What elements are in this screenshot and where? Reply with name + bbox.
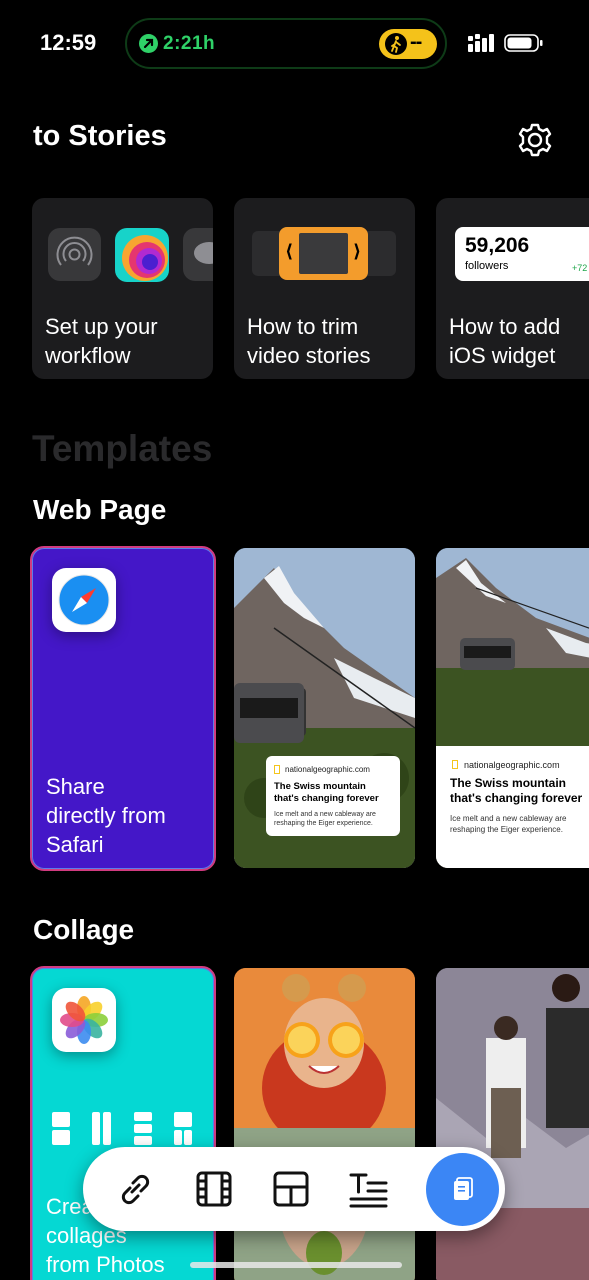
walk-status-pill: --	[379, 29, 437, 59]
article-preview-card: nationalgeographic.com The Swiss mountai…	[266, 756, 400, 836]
text-icon[interactable]	[346, 1167, 390, 1211]
guide-label: Set up your workflow	[45, 314, 158, 368]
walking-person-icon	[385, 33, 407, 55]
article-subtitle: Ice melt and a new cableway are reshapin…	[274, 811, 376, 827]
web-page-heading: Web Page	[33, 494, 167, 525]
natgeo-logo-icon	[274, 765, 280, 774]
clipboard-icon	[454, 1177, 473, 1200]
natgeo-logo-icon	[452, 760, 458, 769]
gear-icon[interactable]	[516, 122, 554, 158]
dynamic-island[interactable]: 2:21h --	[125, 18, 447, 69]
collage-heading: Collage	[33, 914, 135, 945]
safari-template-card[interactable]: Share directly from Safari	[30, 546, 216, 871]
collage-preview-card-2[interactable]	[436, 968, 589, 1280]
link-icon[interactable]	[113, 1167, 157, 1211]
walk-value: --	[410, 31, 422, 53]
article-domain: nationalgeographic.com	[464, 760, 560, 770]
layout-icon[interactable]	[269, 1167, 313, 1211]
guide-label: How to add iOS widget	[449, 314, 561, 368]
web-preview-card-2[interactable]: nationalgeographic.com The Swiss mountai…	[436, 548, 589, 868]
article-preview-card: nationalgeographic.com The Swiss mountai…	[436, 746, 589, 868]
battery-icon	[504, 34, 543, 52]
widget-label: followers	[465, 260, 509, 272]
airdrop-icon	[48, 228, 101, 281]
status-bar: 12:59 2:21h --	[0, 0, 589, 90]
arrow-up-right-icon	[139, 34, 158, 53]
web-preview-card-1[interactable]: nationalgeographic.com The Swiss mountai…	[234, 548, 415, 868]
guide-label: How to trim video stories	[247, 314, 371, 368]
film-strip-icon[interactable]	[192, 1167, 236, 1211]
article-headline: The Swiss mountain that's changing forev…	[450, 776, 583, 805]
cellular-signal-icon	[468, 34, 494, 52]
live-activity-timer: 2:21h	[163, 33, 216, 54]
collage-preview-card-1[interactable]	[234, 968, 415, 1280]
safari-icon	[52, 568, 116, 632]
trim-handle-icon: ⟨ ⟩	[279, 227, 368, 280]
page-title: to Stories	[33, 120, 167, 152]
fashion-photo	[436, 968, 589, 1280]
widget-delta: +72	[572, 263, 588, 273]
safari-card-caption: Share directly from Safari	[46, 774, 166, 857]
message-bubble-icon	[183, 228, 213, 281]
stories-app-icon	[115, 228, 169, 282]
guide-card-trim[interactable]: ⟨ ⟩ How to trim video stories	[234, 198, 415, 379]
clipboard-button[interactable]	[426, 1153, 499, 1226]
collage-layout-icons	[52, 1112, 192, 1145]
article-subtitle: Ice melt and a new cableway are reshapin…	[450, 814, 567, 834]
bottom-toolbar	[83, 1147, 505, 1231]
widget-count: 59,206	[465, 234, 530, 257]
guide-card-widget[interactable]: 59,206 followers +72 How to add iOS widg…	[436, 198, 589, 379]
home-indicator[interactable]	[190, 1262, 402, 1268]
guide-card-workflow[interactable]: Set up your workflow	[32, 198, 213, 379]
article-headline: The Swiss mountain that's changing forev…	[274, 781, 379, 804]
photos-template-card[interactable]: Create collages from Photos	[30, 966, 216, 1280]
oranges-photo	[234, 968, 415, 1280]
article-domain: nationalgeographic.com	[285, 765, 370, 774]
templates-heading: Templates	[32, 428, 213, 469]
photos-app-icon	[52, 988, 116, 1052]
status-time: 12:59	[40, 30, 97, 55]
follower-widget-preview: 59,206 followers +72	[455, 227, 589, 281]
